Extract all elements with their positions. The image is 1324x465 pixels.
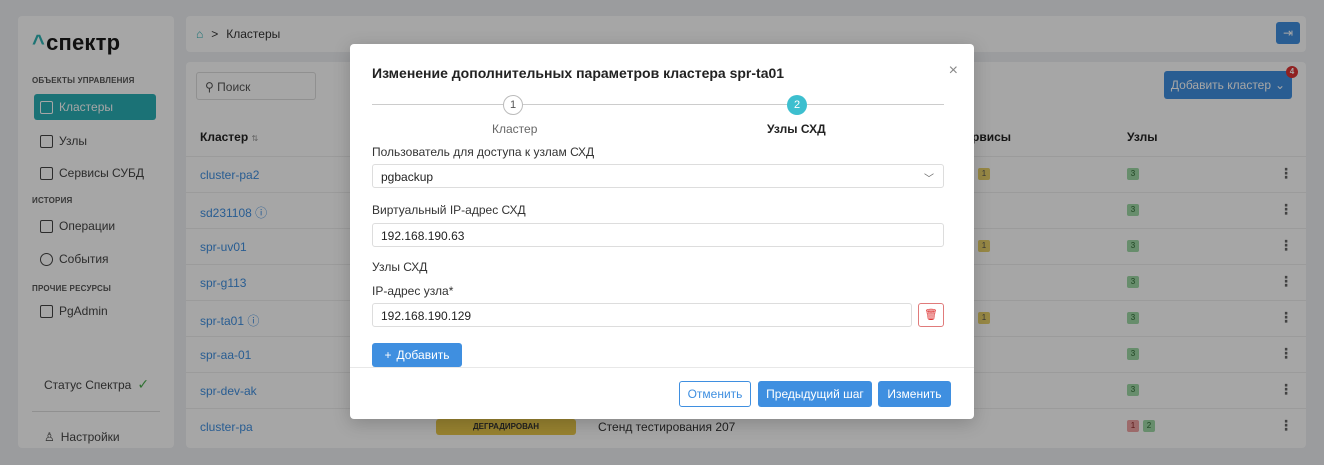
close-icon[interactable]: × <box>949 62 958 80</box>
virtual-ip-input[interactable]: 192.168.190.63 <box>372 223 944 247</box>
plus-icon: + <box>384 348 392 362</box>
stepper-line <box>807 104 944 105</box>
dialog-title: Изменение дополнительных параметров клас… <box>372 65 785 81</box>
chevron-down-icon: ﹀ <box>924 174 934 185</box>
node-ip-input[interactable]: 192.168.190.129 <box>372 303 912 327</box>
step-2-indicator[interactable]: 2 <box>787 95 807 115</box>
dialog-footer-divider <box>350 367 974 368</box>
stepper-line <box>523 104 787 105</box>
stepper-line <box>372 104 503 105</box>
edit-cluster-params-dialog: Изменение дополнительных параметров клас… <box>350 44 974 419</box>
storage-user-select[interactable]: pgbackup ﹀ <box>372 164 944 188</box>
step-2-label: Узлы СХД <box>767 122 826 136</box>
storage-user-label: Пользователь для доступа к узлам СХД <box>372 145 595 159</box>
node-ip-label: IP-адрес узла* <box>372 284 454 298</box>
trash-icon: 🗑 <box>924 309 938 321</box>
step-1-indicator[interactable]: 1 <box>503 95 523 115</box>
previous-step-button[interactable]: Предыдущий шаг <box>758 381 872 407</box>
apply-button[interactable]: Изменить <box>878 381 951 407</box>
virtual-ip-label: Виртуальный IP-адрес СХД <box>372 203 526 217</box>
delete-node-button[interactable]: 🗑 <box>918 303 944 327</box>
add-node-button[interactable]: + Добавить <box>372 343 462 367</box>
step-1-label: Кластер <box>492 122 538 136</box>
cancel-button[interactable]: Отменить <box>679 381 751 407</box>
storage-nodes-section-title: Узлы СХД <box>372 260 428 274</box>
